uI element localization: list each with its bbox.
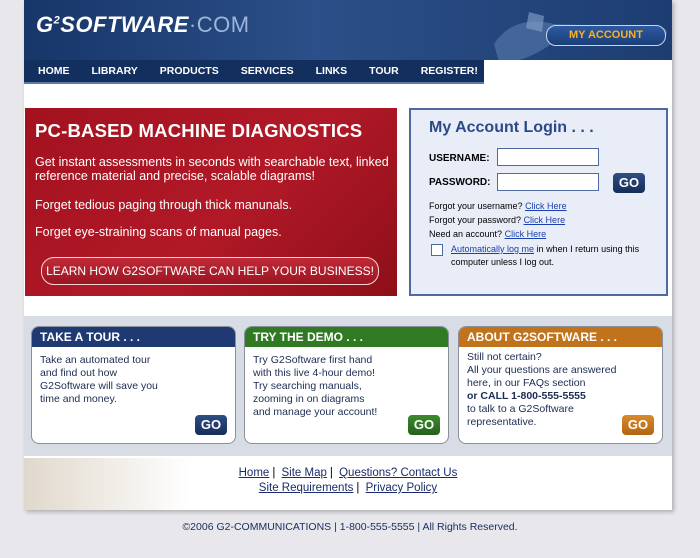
hero-title: PC-BASED MACHINE DIAGNOSTICS <box>35 120 363 141</box>
nav-home[interactable]: HOME <box>38 65 70 77</box>
forgot-password-link[interactable]: Click Here <box>524 215 566 225</box>
hero-banner: PC-BASED MACHINE DIAGNOSTICS Get instant… <box>25 108 397 296</box>
forgot-password-text: Forgot your password? <box>429 215 522 225</box>
about-line-5: to talk to a G2Software <box>467 403 574 415</box>
need-account-row: Need an account? Click Here <box>429 229 546 239</box>
demo-card-title: TRY THE DEMO . . . <box>245 327 448 347</box>
footer-requirements-link[interactable]: Site Requirements <box>259 482 354 494</box>
separator: | <box>356 482 360 494</box>
password-label: PASSWORD: <box>429 177 491 188</box>
demo-line-5: and manage your account! <box>253 406 378 418</box>
separator: | <box>329 467 333 479</box>
username-label: USERNAME: <box>429 153 490 164</box>
login-panel: My Account Login . . . USERNAME: PASSWOR… <box>409 108 668 296</box>
footer-sitemap-link[interactable]: Site Map <box>282 467 327 479</box>
logo-com: ·COM <box>188 12 250 37</box>
footer-home-link[interactable]: Home <box>239 467 270 479</box>
about-card-body: Still not certain? All your questions ar… <box>467 351 616 429</box>
demo-line-2: with this live 4-hour demo! <box>253 367 375 379</box>
forgot-username-row: Forgot your username? Click Here <box>429 201 567 211</box>
demo-go-button[interactable]: GO <box>408 415 440 435</box>
about-line-1: Still not certain? <box>467 351 542 363</box>
demo-line-4: zooming in on diagrams <box>253 393 365 405</box>
about-line-3: here, in our FAQs section <box>467 377 586 389</box>
password-input[interactable] <box>497 173 599 191</box>
nav-links[interactable]: LINKS <box>316 65 348 77</box>
learn-more-button[interactable]: LEARN HOW G2SOFTWARE CAN HELP YOUR BUSIN… <box>41 257 379 285</box>
demo-line-1: Try G2Software first hand <box>253 354 373 366</box>
nav-register[interactable]: REGISTER! <box>421 65 478 77</box>
about-card: ABOUT G2SOFTWARE . . . Still not certain… <box>458 326 663 444</box>
feature-band: TAKE A TOUR . . . Take an automated tour… <box>24 316 672 456</box>
footer-links-row-1: Home | Site Map | Questions? Contact Us <box>24 466 672 481</box>
tour-card: TAKE A TOUR . . . Take an automated tour… <box>31 326 236 444</box>
site-logo[interactable]: G2SOFTWARE·COM <box>36 12 250 38</box>
login-title: My Account Login . . . <box>429 119 594 136</box>
login-go-button[interactable]: GO <box>613 173 645 193</box>
tour-line-2: and find out how <box>40 367 118 379</box>
tour-card-title: TAKE A TOUR . . . <box>32 327 235 347</box>
nav-divider <box>24 82 484 84</box>
forgot-username-link[interactable]: Click Here <box>525 201 567 211</box>
about-line-6: representative. <box>467 416 537 428</box>
tour-line-3: G2Software will save you <box>40 380 158 392</box>
logo-main: SOFTWARE <box>60 12 189 37</box>
separator: | <box>272 467 276 479</box>
tour-card-body: Take an automated tour and find out how … <box>40 354 158 406</box>
main-nav: HOME LIBRARY PRODUCTS SERVICES LINKS TOU… <box>24 60 484 82</box>
remember-me-link[interactable]: Automatically log me <box>451 244 534 254</box>
demo-line-3: Try searching manuals, <box>253 380 362 392</box>
forgot-username-text: Forgot your username? <box>429 201 523 211</box>
demo-card-body: Try G2Software first hand with this live… <box>253 354 377 419</box>
hero-text-2: Forget tedious paging through thick manu… <box>35 198 293 212</box>
tour-go-button[interactable]: GO <box>195 415 227 435</box>
footer-privacy-link[interactable]: Privacy Policy <box>366 482 438 494</box>
remember-me-text: Automatically log me in when I return us… <box>451 243 656 269</box>
footer-contact-link[interactable]: Questions? Contact Us <box>339 467 457 479</box>
about-line-4: or CALL 1-800-555-5555 <box>467 390 586 402</box>
hero-text-1: Get instant assessments in seconds with … <box>35 155 389 183</box>
my-account-button[interactable]: MY ACCOUNT <box>546 25 666 46</box>
about-card-title: ABOUT G2SOFTWARE . . . <box>459 327 662 347</box>
nav-services[interactable]: SERVICES <box>241 65 294 77</box>
tour-line-1: Take an automated tour <box>40 354 151 366</box>
about-line-2: All your questions are answered <box>467 364 617 376</box>
need-account-text: Need an account? <box>429 229 503 239</box>
about-go-button[interactable]: GO <box>622 415 654 435</box>
footer-links-row-2: Site Requirements | Privacy Policy <box>24 481 672 496</box>
forgot-password-row: Forgot your password? Click Here <box>429 215 565 225</box>
page-container: G2SOFTWARE·COM MY ACCOUNT HOME LIBRARY P… <box>24 0 672 510</box>
register-link[interactable]: Click Here <box>505 229 547 239</box>
logo-g: G <box>36 12 54 37</box>
nav-tour[interactable]: TOUR <box>369 65 399 77</box>
username-input[interactable] <box>497 148 599 166</box>
nav-products[interactable]: PRODUCTS <box>160 65 219 77</box>
copyright-text: ©2006 G2-COMMUNICATIONS | 1-800-555-5555… <box>182 521 518 533</box>
footer-links: Home | Site Map | Questions? Contact Us Si… <box>24 466 672 496</box>
hero-text-3: Forget eye-straining scans of manual pag… <box>35 225 282 239</box>
remember-me-checkbox[interactable] <box>431 244 443 256</box>
site-header: G2SOFTWARE·COM MY ACCOUNT <box>24 0 672 60</box>
demo-card: TRY THE DEMO . . . Try G2Software first … <box>244 326 449 444</box>
tour-line-4: time and money. <box>40 393 117 405</box>
nav-library[interactable]: LIBRARY <box>92 65 138 77</box>
